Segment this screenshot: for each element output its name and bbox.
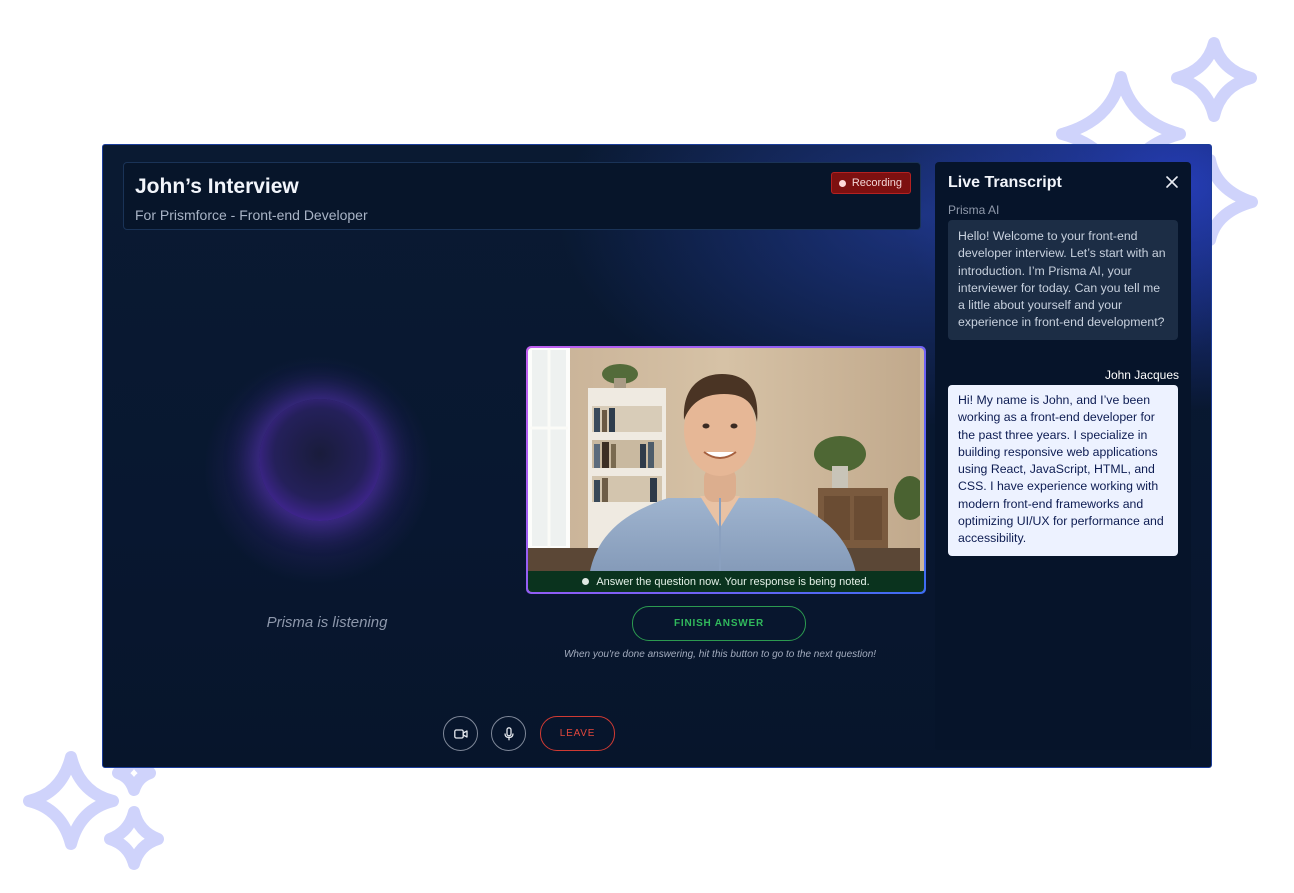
answer-notice: Answer the question now. Your response i… xyxy=(528,571,924,592)
recording-label: Recording xyxy=(851,177,902,189)
user-message-bubble: Hi! My name is John, and I’ve been worki… xyxy=(948,385,1178,556)
page-title: John’s Interview xyxy=(135,175,299,198)
finish-answer-button[interactable]: FINISH ANSWER xyxy=(632,606,806,641)
user-speaker-label: John Jacques xyxy=(1104,368,1179,382)
ai-speaker-label: Prisma AI xyxy=(948,203,1000,217)
recording-dot-icon xyxy=(838,179,846,187)
page-subtitle: For Prismforce - Front-end Developer xyxy=(135,207,368,223)
transcript-title: Live Transcript xyxy=(948,174,1062,191)
close-icon[interactable] xyxy=(1165,175,1179,189)
interview-window: John’s Interview For Prismforce - Front-… xyxy=(102,144,1212,768)
ai-orb xyxy=(259,399,381,521)
live-transcript-panel: Live Transcript Prisma AI Hello! Welcome… xyxy=(935,162,1191,750)
video-camera-icon xyxy=(453,728,468,739)
ai-status-text: Prisma is listening xyxy=(266,614,388,631)
status-dot-icon xyxy=(582,578,590,585)
finish-answer-hint: When you're done answering, hit this but… xyxy=(563,649,877,660)
sparkle-icon xyxy=(104,806,164,870)
leave-button[interactable]: LEAVE xyxy=(540,716,615,751)
interview-header: John’s Interview For Prismforce - Front-… xyxy=(123,162,921,230)
ai-message-bubble: Hello! Welcome to your front-end develop… xyxy=(948,220,1178,340)
candidate-video-feed: Answer the question now. Your response i… xyxy=(528,348,924,592)
candidate-video: Answer the question now. Your response i… xyxy=(526,346,926,594)
sparkle-icon xyxy=(1171,37,1257,122)
camera-toggle-button[interactable] xyxy=(443,716,478,751)
sparkle-icon xyxy=(23,751,119,850)
microphone-icon xyxy=(503,726,514,740)
answer-notice-text: Answer the question now. Your response i… xyxy=(596,575,870,588)
recording-badge: Recording xyxy=(830,172,911,194)
microphone-toggle-button[interactable] xyxy=(491,716,526,751)
candidate-video-image xyxy=(528,348,924,588)
